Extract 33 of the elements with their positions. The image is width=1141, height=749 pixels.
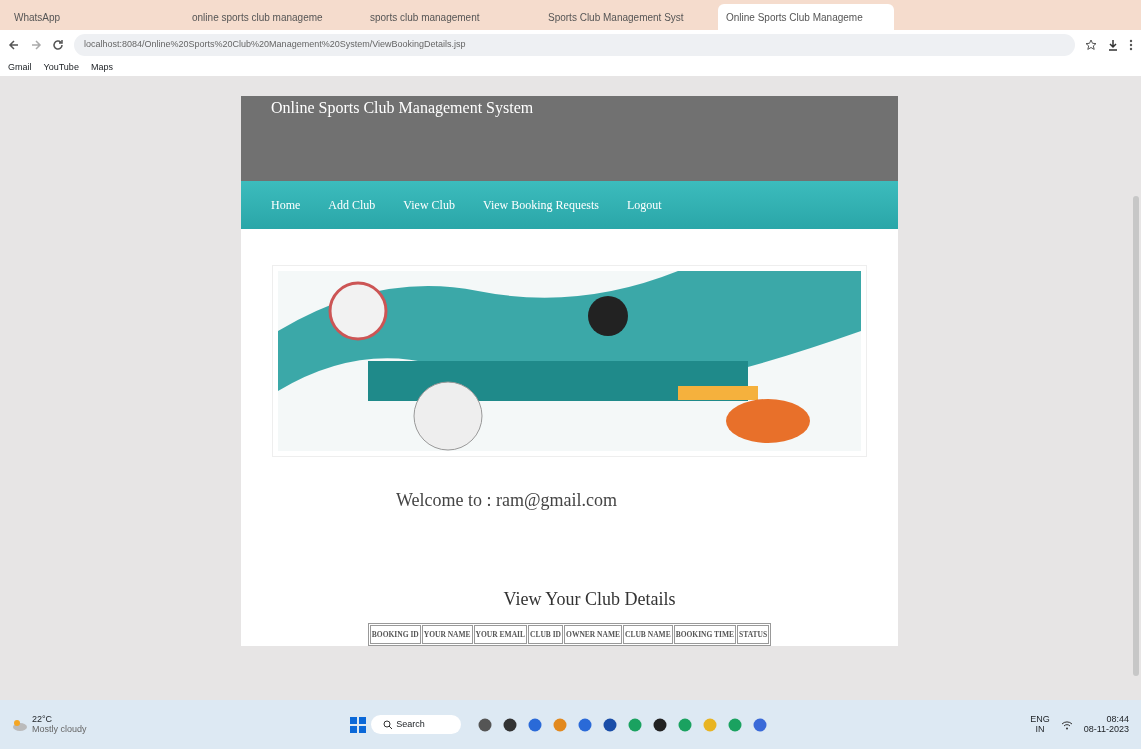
download-icon[interactable] xyxy=(1107,39,1119,51)
section-heading: View Your Club Details xyxy=(503,588,676,611)
browser-tab[interactable]: Sports Club Management Syst xyxy=(540,4,716,30)
star-icon[interactable] xyxy=(1085,39,1097,51)
browser-tab[interactable]: online sports club manageme xyxy=(184,4,360,30)
address-bar[interactable]: localhost:8084/Online%20Sports%20Club%20Management%20System/ViewBookingDetails.jsp xyxy=(74,34,1075,56)
bookmark-link[interactable]: Maps xyxy=(90,61,113,75)
forward-icon[interactable] xyxy=(30,39,42,51)
wifi-icon[interactable] xyxy=(1060,719,1073,730)
menu-icon[interactable] xyxy=(1129,39,1133,51)
bookmark-link[interactable]: YouTube xyxy=(43,61,79,75)
clock-date[interactable]: 08-11-2023 xyxy=(1083,724,1129,735)
browser-tab[interactable]: Online Sports Club Manageme xyxy=(718,4,894,30)
app-icon[interactable] xyxy=(652,717,667,732)
browser-tab[interactable]: sports club management xyxy=(362,4,538,30)
app-icon[interactable] xyxy=(477,717,492,732)
start-icon[interactable] xyxy=(349,716,366,733)
welcome-text: Welcome to : ram@gmail.com xyxy=(396,489,618,512)
language-text[interactable]: ENG xyxy=(1030,714,1050,725)
search-icon xyxy=(383,720,393,729)
weather-temperature: 22°C xyxy=(32,714,54,725)
region-text[interactable]: IN xyxy=(1030,724,1050,735)
scrollbar[interactable] xyxy=(1133,196,1139,676)
browser-tab[interactable]: WhatsApp xyxy=(6,4,182,30)
weather-description: Mostly cloudy xyxy=(32,724,87,735)
taskbar-search[interactable]: Search xyxy=(371,714,462,735)
site-title: Online Sports Club Management System xyxy=(271,99,534,116)
bookmark-link[interactable]: Gmail xyxy=(8,61,32,75)
clock-time[interactable]: 08:44 xyxy=(1083,714,1129,725)
app-icon[interactable] xyxy=(502,717,517,732)
reload-icon[interactable] xyxy=(52,39,64,51)
app-icon[interactable] xyxy=(602,717,617,732)
back-icon[interactable] xyxy=(8,39,20,51)
